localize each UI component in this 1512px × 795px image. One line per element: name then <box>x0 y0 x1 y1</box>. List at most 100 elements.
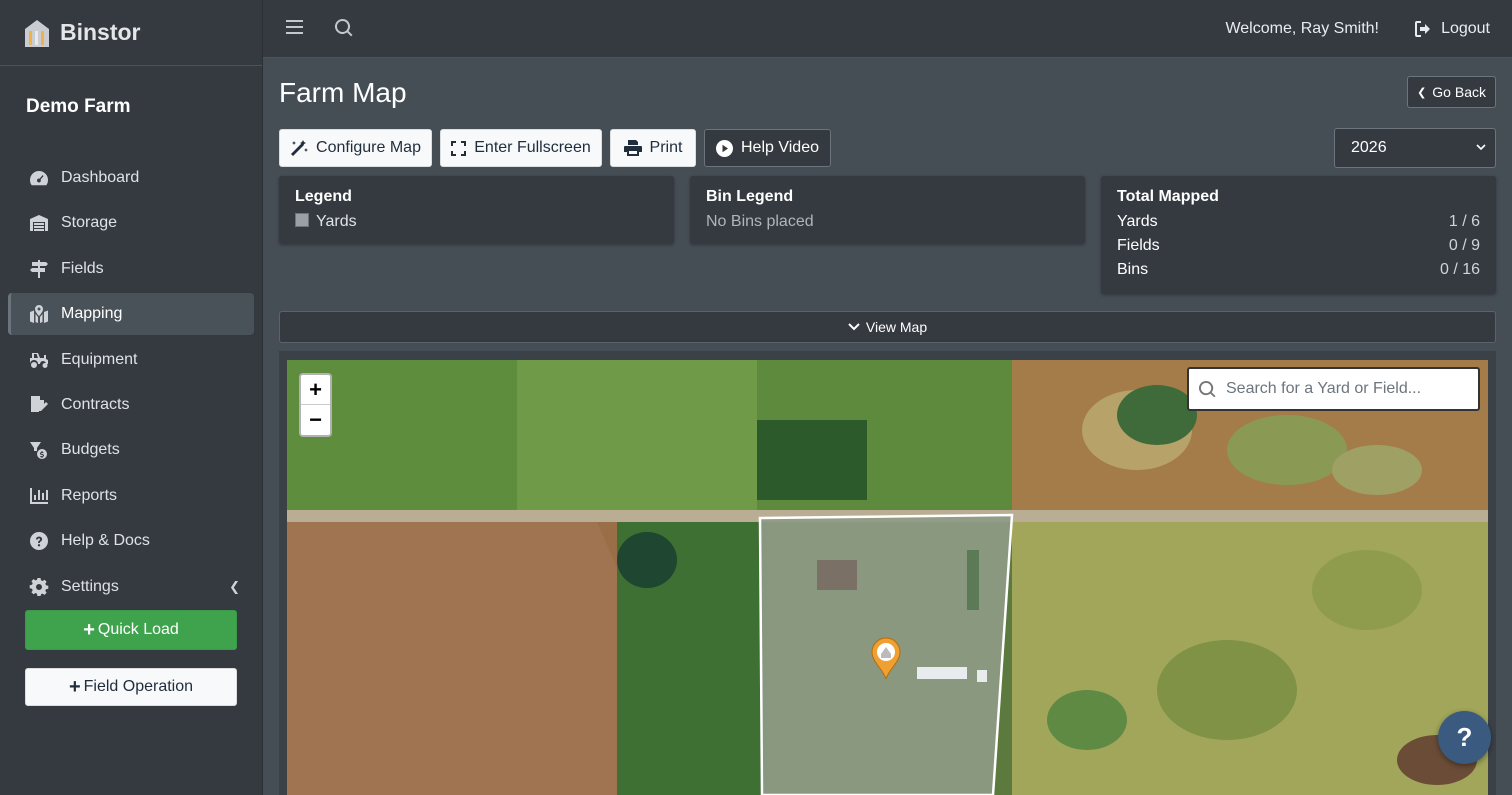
map-imagery <box>287 360 1488 795</box>
chevron-left-icon: ❮ <box>1417 86 1427 99</box>
total-mapped-row: Bins 0 / 16 <box>1117 261 1480 279</box>
total-mapped-row: Yards 1 / 6 <box>1117 213 1480 231</box>
search-icon[interactable] <box>334 18 353 42</box>
sidebar-item-label: Help & Docs <box>61 532 150 550</box>
brand[interactable]: Binstor <box>0 0 262 66</box>
hamburger-menu-icon[interactable] <box>286 19 303 40</box>
sidebar-nav: Dashboard Storage Fields Mapping Equipme… <box>0 157 262 608</box>
configure-map-button[interactable]: Configure Map <box>279 129 432 167</box>
total-mapped-row: Fields 0 / 9 <box>1117 237 1480 255</box>
print-icon <box>623 140 642 156</box>
file-signature-icon <box>28 395 50 414</box>
row-label: Bins <box>1117 261 1149 278</box>
gear-icon <box>28 577 50 596</box>
bin-legend-empty: No Bins placed <box>706 213 814 230</box>
tractor-icon <box>28 351 50 369</box>
signpost-icon <box>28 259 50 278</box>
map-container: + − <box>279 351 1496 795</box>
plus-icon: + <box>83 619 95 641</box>
sidebar-item-mapping[interactable]: Mapping <box>8 293 254 336</box>
chevron-left-icon: ❮ <box>229 578 240 594</box>
yard-marker-icon[interactable] <box>871 637 901 679</box>
row-value: 0 / 9 <box>1448 237 1480 254</box>
logout-link[interactable]: Logout <box>1415 20 1490 38</box>
map-marked-icon <box>28 305 50 324</box>
print-label: Print <box>649 139 683 156</box>
map-search-input[interactable] <box>1226 380 1466 398</box>
sidebar-item-label: Reports <box>61 486 118 504</box>
sidebar-item-label: Budgets <box>61 441 120 459</box>
help-video-label: Help Video <box>741 139 819 156</box>
sidebar-item-label: Dashboard <box>61 169 140 186</box>
row-value: 0 / 16 <box>1439 261 1480 278</box>
go-back-label: Go Back <box>1432 84 1486 100</box>
sidebar-item-label: Fields <box>61 259 104 277</box>
farm-name: Demo Farm <box>26 96 131 117</box>
legend-card: Legend Yards <box>279 176 674 244</box>
legend-item-label: Yards <box>316 213 357 230</box>
quick-load-button[interactable]: + Quick Load <box>25 610 237 650</box>
legend-item: Yards <box>295 213 658 231</box>
sidebar-item-label: Mapping <box>61 305 123 323</box>
quick-load-label: Quick Load <box>97 621 179 638</box>
search-icon <box>1199 380 1216 397</box>
bin-legend-card: Bin Legend No Bins placed <box>690 176 1085 244</box>
bin-legend-title: Bin Legend <box>706 188 794 205</box>
chevron-down-icon <box>848 323 860 331</box>
sidebar-item-fields[interactable]: Fields <box>8 248 254 290</box>
total-mapped-title: Total Mapped <box>1117 188 1219 205</box>
map-search-box <box>1187 367 1480 411</box>
brand-name: Binstor <box>60 19 141 45</box>
sidebar-item-settings[interactable]: Settings ❮ <box>8 566 254 608</box>
magic-wand-icon <box>291 140 309 156</box>
help-video-button[interactable]: Help Video <box>704 129 831 167</box>
logout-label: Logout <box>1441 20 1490 37</box>
year-select-value: 2026 <box>1351 139 1387 156</box>
zoom-out-button[interactable]: − <box>301 405 330 435</box>
enter-fullscreen-label: Enter Fullscreen <box>474 139 591 156</box>
go-back-button[interactable]: ❮ Go Back <box>1407 76 1496 108</box>
configure-map-label: Configure Map <box>316 139 421 156</box>
warehouse-icon <box>28 214 50 232</box>
chart-bar-icon <box>28 487 50 505</box>
sidebar-item-help[interactable]: Help & Docs <box>8 520 254 562</box>
chevron-down-icon <box>1476 144 1486 151</box>
row-label: Fields <box>1117 237 1160 254</box>
sign-out-icon <box>1415 21 1431 37</box>
sidebar: Binstor Demo Farm Dashboard Storage Fiel… <box>0 0 263 795</box>
zoom-in-button[interactable]: + <box>301 375 330 405</box>
print-button[interactable]: Print <box>610 129 696 167</box>
sidebar-item-label: Contracts <box>61 395 130 413</box>
sidebar-item-dashboard[interactable]: Dashboard <box>8 157 254 199</box>
view-map-label: View Map <box>865 319 928 335</box>
coins-icon <box>28 441 50 460</box>
sidebar-item-storage[interactable]: Storage <box>8 202 254 244</box>
expand-icon <box>451 140 467 156</box>
page-title: Farm Map <box>279 77 407 108</box>
sidebar-item-contracts[interactable]: Contracts <box>8 384 254 426</box>
zoom-control: + − <box>299 373 332 437</box>
sidebar-item-reports[interactable]: Reports <box>8 475 254 517</box>
legend-title: Legend <box>295 188 352 205</box>
row-value: 1 / 6 <box>1448 213 1480 230</box>
play-circle-icon <box>716 139 733 157</box>
help-chat-button[interactable]: ? <box>1438 711 1491 764</box>
field-operation-button[interactable]: + Field Operation <box>25 668 237 706</box>
total-mapped-card: Total Mapped Yards 1 / 6 Fields 0 / 9 Bins… <box>1101 176 1496 294</box>
plus-icon: + <box>68 676 81 698</box>
sidebar-item-equipment[interactable]: Equipment <box>8 339 254 381</box>
sidebar-item-label: Storage <box>61 214 118 232</box>
year-select[interactable]: 2026 <box>1334 128 1496 168</box>
binstor-logo-icon <box>25 19 49 47</box>
question-circle-icon <box>28 532 50 551</box>
dashboard-icon <box>28 169 50 187</box>
enter-fullscreen-button[interactable]: Enter Fullscreen <box>440 129 602 167</box>
yard-swatch <box>295 213 309 227</box>
sidebar-item-budgets[interactable]: Budgets <box>8 429 254 471</box>
welcome-text: Welcome, Ray Smith! <box>1225 20 1379 37</box>
sidebar-item-label: Equipment <box>61 350 138 368</box>
field-operation-label: Field Operation <box>83 678 194 695</box>
satellite-map[interactable]: + − <box>287 360 1488 795</box>
view-map-toggle[interactable]: View Map <box>279 311 1496 343</box>
sidebar-item-label: Settings <box>61 577 119 595</box>
